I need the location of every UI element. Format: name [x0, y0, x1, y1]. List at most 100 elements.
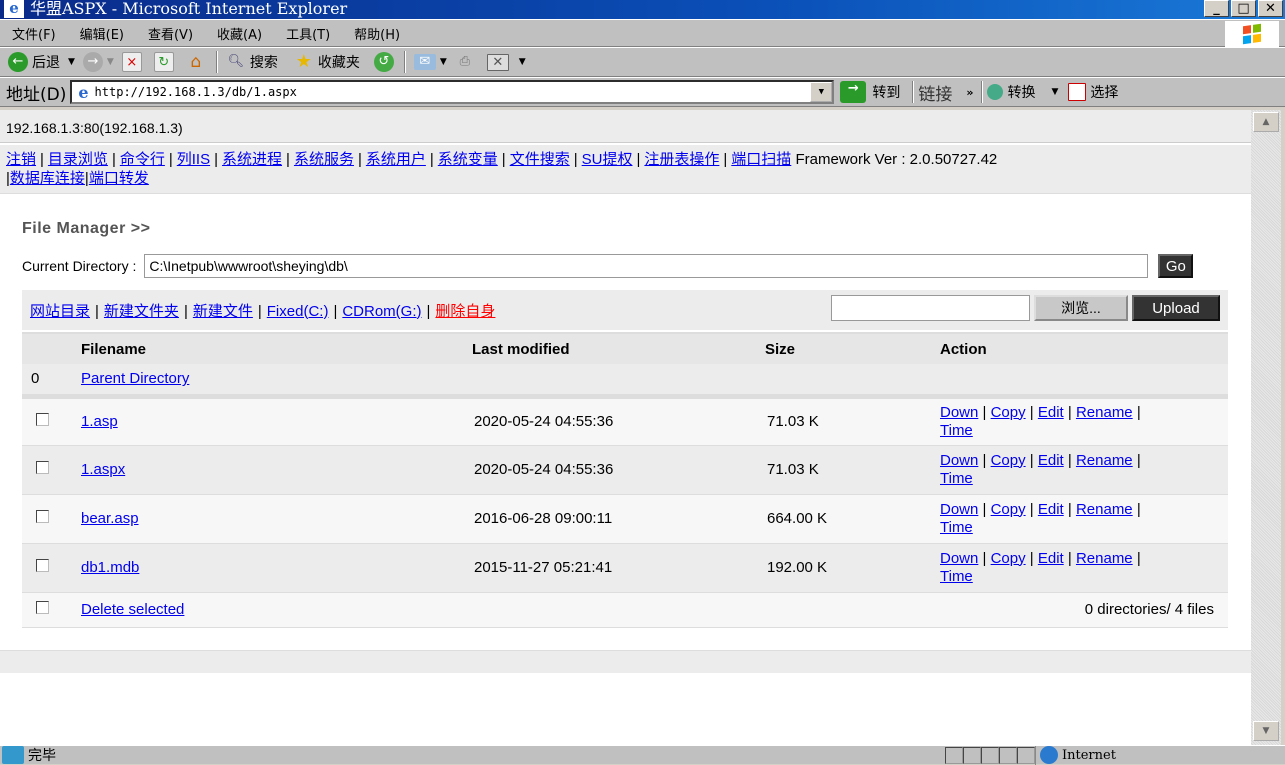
print-button[interactable]: ⎙ [455, 52, 479, 72]
menu-file[interactable]: 文件(F) [12, 24, 56, 43]
menu-view[interactable]: 查看(V) [148, 24, 193, 43]
history-button[interactable]: ↺ [373, 52, 398, 72]
favorites-button[interactable]: ★ 收藏夹 [294, 52, 360, 72]
status-text: 完毕 [28, 748, 56, 764]
action-down-link[interactable]: Down [940, 550, 978, 567]
nav-link[interactable]: 端口扫描 [731, 151, 791, 168]
nav-link[interactable]: 文件搜索 [510, 151, 570, 168]
action-down-link[interactable]: Down [940, 404, 978, 421]
file-link[interactable]: db1.mdb [81, 559, 139, 576]
nav-link[interactable]: SU提权 [582, 151, 633, 168]
action-time-link[interactable]: Time [940, 422, 973, 439]
tool-link[interactable]: Fixed(C:) [267, 303, 329, 320]
scroll-up-button[interactable]: ▲ [1253, 112, 1279, 132]
nav-link[interactable]: 系统进程 [222, 151, 282, 168]
menu-help[interactable]: 帮助(H) [354, 24, 400, 43]
tool-link[interactable]: 网站目录 [30, 303, 90, 320]
action-rename-link[interactable]: Rename [1076, 404, 1133, 421]
file-link[interactable]: 1.aspx [81, 461, 125, 478]
file-checkbox[interactable] [36, 510, 49, 523]
file-checkbox[interactable] [36, 413, 49, 426]
nav-link[interactable]: 端口转发 [89, 170, 149, 187]
chevron-icon[interactable]: » [966, 86, 973, 99]
nav-link[interactable]: 命令行 [120, 151, 165, 168]
action-time-link[interactable]: Time [940, 568, 973, 585]
separator: | [214, 151, 219, 168]
file-link[interactable]: bear.asp [81, 510, 139, 527]
tool-link[interactable]: 新建文件夹 [104, 303, 179, 320]
address-dropdown-button[interactable]: ▼ [810, 82, 833, 102]
file-actions: Down | Copy | Edit | Rename | Time [940, 396, 1228, 446]
action-down-link[interactable]: Down [940, 452, 978, 469]
menu-favorites[interactable]: 收藏(A) [217, 24, 262, 43]
col-filename: Filename [81, 332, 472, 364]
file-checkbox[interactable] [36, 559, 49, 572]
delete-self-link[interactable]: 删除自身 [435, 303, 495, 320]
file-row: 1.asp 2020-05-24 04:55:36 71.03 K Down | Co… [22, 396, 1228, 446]
footer-row: Delete selected 0 directories/ 4 files [22, 592, 1228, 628]
delete-selected-link[interactable]: Delete selected [81, 601, 184, 618]
edit-button[interactable]: ✕ ▼ [486, 53, 526, 71]
select-button[interactable]: 选择 [1090, 82, 1118, 102]
action-rename-link[interactable]: Rename [1076, 501, 1133, 518]
nav-link[interactable]: 数据库连接 [10, 170, 85, 187]
col-action: Action [940, 332, 1228, 364]
action-edit-link[interactable]: Edit [1038, 550, 1064, 567]
nav-link[interactable]: 系统服务 [294, 151, 354, 168]
vertical-scrollbar[interactable]: ▲ ▼ [1251, 110, 1281, 745]
tool-link[interactable]: CDRom(G:) [342, 303, 421, 320]
action-copy-link[interactable]: Copy [991, 452, 1026, 469]
mail-button[interactable]: ✉ ▼ [413, 54, 447, 70]
scroll-down-button[interactable]: ▼ [1253, 721, 1279, 741]
links-label[interactable]: 链接 [918, 80, 952, 105]
nav-link[interactable]: 注销 [6, 151, 36, 168]
search-button[interactable]: 🔍︎ 搜索 [226, 52, 278, 72]
stop-button[interactable]: × [121, 52, 146, 72]
browse-button[interactable]: 浏览... [1034, 295, 1128, 321]
forward-button[interactable]: → ▼ [82, 52, 114, 72]
action-edit-link[interactable]: Edit [1038, 501, 1064, 518]
parent-row: 0 Parent Directory [22, 364, 1228, 399]
go-button[interactable]: 转到 [872, 82, 900, 102]
nav-link[interactable]: 注册表操作 [644, 151, 719, 168]
upload-file-input[interactable] [831, 295, 1030, 321]
convert-button[interactable]: 转换 [1007, 82, 1035, 102]
action-copy-link[interactable]: Copy [991, 501, 1026, 518]
menu-edit[interactable]: 编辑(E) [80, 24, 124, 43]
maximize-button[interactable]: □ [1231, 0, 1256, 17]
action-time-link[interactable]: Time [940, 470, 973, 487]
minimize-button[interactable]: _ [1204, 0, 1229, 17]
file-table: Filename Last modified Size Action 0 Parent … [22, 332, 1228, 628]
action-down-link[interactable]: Down [940, 501, 978, 518]
select-all-checkbox[interactable] [36, 601, 49, 614]
file-link[interactable]: 1.asp [81, 413, 118, 430]
refresh-icon: ↻ [153, 52, 174, 72]
back-button[interactable]: ← 后退 ▼ [8, 52, 75, 72]
host-info: 192.168.1.3:80(192.168.1.3) [0, 110, 1251, 143]
action-copy-link[interactable]: Copy [991, 550, 1026, 567]
mail-icon: ✉ [413, 54, 436, 70]
action-copy-link[interactable]: Copy [991, 404, 1026, 421]
menu-tools[interactable]: 工具(T) [286, 24, 330, 43]
action-edit-link[interactable]: Edit [1038, 404, 1064, 421]
upload-button[interactable]: Upload [1132, 295, 1220, 321]
parent-directory-link[interactable]: Parent Directory [81, 370, 189, 387]
current-directory-input[interactable] [144, 254, 1149, 278]
action-edit-link[interactable]: Edit [1038, 452, 1064, 469]
action-time-link[interactable]: Time [940, 519, 973, 536]
go-dir-button[interactable]: Go [1158, 254, 1194, 278]
nav-link[interactable]: 目录浏览 [48, 151, 108, 168]
nav-link[interactable]: 系统用户 [366, 151, 426, 168]
refresh-button[interactable]: ↻ [153, 52, 178, 72]
file-checkbox[interactable] [36, 461, 49, 474]
file-size: 71.03 K [765, 445, 940, 495]
close-button[interactable]: ✕ [1258, 0, 1283, 17]
nav-link[interactable]: 系统变量 [438, 151, 498, 168]
tool-link[interactable]: 新建文件 [193, 303, 253, 320]
address-input[interactable]: e http://192.168.1.3/db/1.aspx ▼ [70, 80, 835, 104]
action-rename-link[interactable]: Rename [1076, 550, 1133, 567]
home-button[interactable]: ⌂ [186, 52, 210, 72]
nav-link[interactable]: 列IIS [177, 151, 210, 168]
action-rename-link[interactable]: Rename [1076, 452, 1133, 469]
go-arrow-icon[interactable]: → [840, 81, 867, 103]
